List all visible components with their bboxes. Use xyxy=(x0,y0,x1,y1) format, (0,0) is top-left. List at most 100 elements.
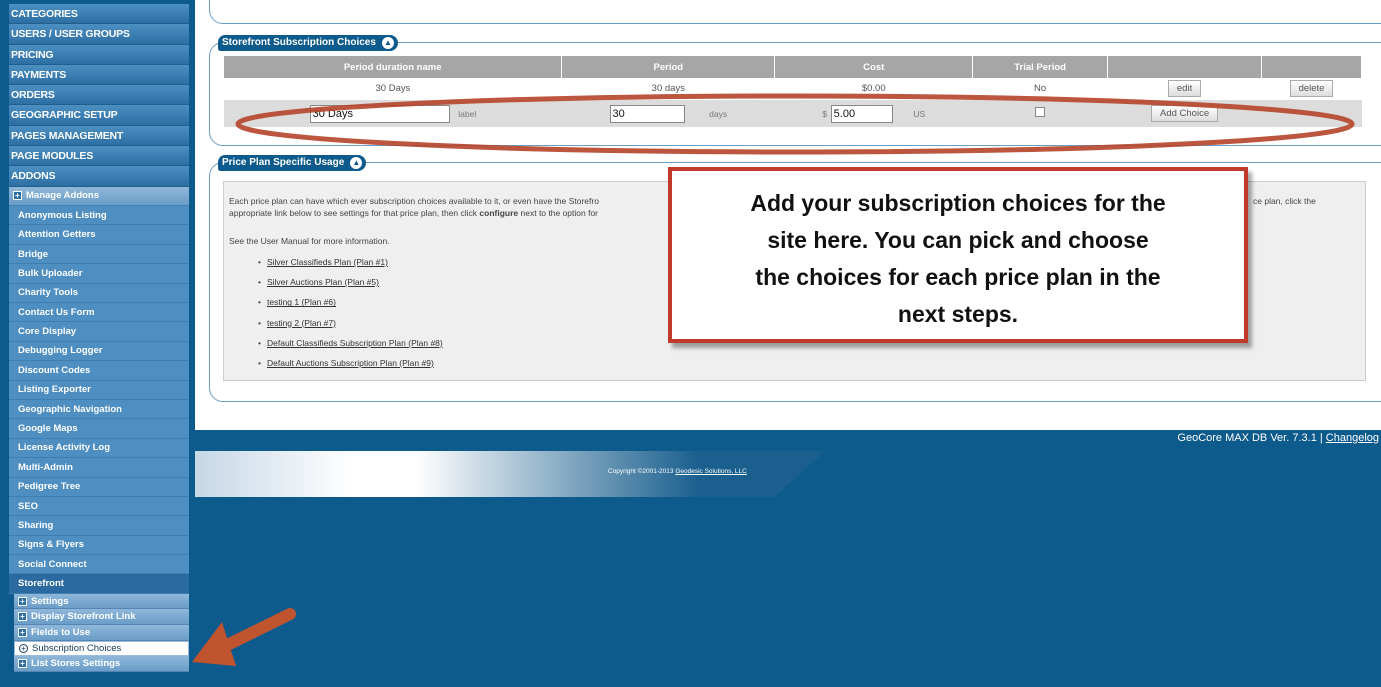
nav-addon-geographic-navigation[interactable]: Geographic Navigation xyxy=(9,399,189,420)
storefront-choices-legend: Storefront Subscription Choices ▲ xyxy=(218,35,398,51)
version-text: GeoCore MAX DB Ver. 7.3.1 | Changelog xyxy=(1177,432,1379,444)
subscription-choices-table: Period duration name Period Cost Trial P… xyxy=(224,56,1362,127)
nav-payments[interactable]: PAYMENTS xyxy=(9,64,189,86)
nav-addon-debugging-logger[interactable]: Debugging Logger xyxy=(9,341,189,362)
configure-keyword: configure xyxy=(479,208,519,218)
list-item: testing 1 (Plan #6) xyxy=(258,296,443,316)
price-plan-list: Silver Classifieds Plan (Plan #1) Silver… xyxy=(258,256,443,377)
expand-plus-icon: + xyxy=(18,596,27,606)
cell-cost: $0.00 xyxy=(774,78,973,101)
annotation-line-3: the choices for each price plan in the xyxy=(755,264,1161,290)
nav-storefront-list-stores-label: List Stores Settings xyxy=(31,658,121,670)
price-plan-usage-legend: Price Plan Specific Usage ▲ xyxy=(218,155,367,171)
list-item: Silver Auctions Plan (Plan #5) xyxy=(258,276,443,296)
nav-addon-google-maps[interactable]: Google Maps xyxy=(9,419,189,439)
nav-storefront-display-link-label: Display Storefront Link xyxy=(31,611,136,623)
list-item: Default Classifieds Subscription Plan (P… xyxy=(258,337,443,357)
nav-storefront-display-link[interactable]: + Display Storefront Link xyxy=(14,609,189,626)
nav-addon-bulk-uploader[interactable]: Bulk Uploader xyxy=(9,264,189,284)
changelog-link[interactable]: Changelog xyxy=(1326,432,1379,444)
nav-pages-management[interactable]: PAGES MANAGEMENT xyxy=(9,125,189,147)
currency-prefix: $ xyxy=(822,108,828,119)
geodesic-link[interactable]: Geodesic Solutions, LLC xyxy=(675,468,747,475)
nav-addon-bridge[interactable]: Bridge xyxy=(9,244,189,265)
nav-addon-sharing[interactable]: Sharing xyxy=(9,516,189,536)
nav-storefront-settings-label: Settings xyxy=(31,595,69,607)
usage-line-2: appropriate link below to see settings f… xyxy=(229,208,599,218)
nav-addon-core-display[interactable]: Core Display xyxy=(9,322,189,342)
nav-addon-contact-us-form[interactable]: Contact Us Form xyxy=(9,303,189,323)
nav-storefront-subscription-choices[interactable]: + Subscription Choices xyxy=(14,640,189,657)
expand-plus-icon: + xyxy=(13,191,22,201)
nav-storefront-subscription-choices-label: Subscription Choices xyxy=(32,642,122,654)
label-unit: label xyxy=(458,108,477,119)
collapse-up-icon[interactable]: ▲ xyxy=(380,36,395,50)
choice-name-input[interactable]: 30 Days xyxy=(309,104,450,123)
plan-link-5[interactable]: Silver Auctions Plan (Plan #5) xyxy=(267,277,379,287)
plan-link-9[interactable]: Default Auctions Subscription Plan (Plan… xyxy=(267,358,434,368)
nav-geographic-setup[interactable]: GEOGRAPHIC SETUP xyxy=(9,105,189,126)
plan-link-1[interactable]: Silver Classifieds Plan (Plan #1) xyxy=(267,257,388,267)
nav-addon-listing-exporter[interactable]: Listing Exporter xyxy=(9,380,189,400)
price-plan-usage-title: Price Plan Specific Usage xyxy=(222,157,345,168)
nav-addon-seo[interactable]: SEO xyxy=(9,496,189,517)
col-header-name: Period duration name xyxy=(224,56,563,78)
list-item: testing 2 (Plan #7) xyxy=(258,317,443,337)
nav-addon-discount-codes[interactable]: Discount Codes xyxy=(9,361,189,381)
currency-unit: US xyxy=(913,108,926,119)
table-row: 30 Days 30 days $0.00 No edit delete xyxy=(224,78,1362,101)
nav-addon-attention-getters[interactable]: Attention Getters xyxy=(9,225,189,245)
table-header-row: Period duration name Period Cost Trial P… xyxy=(224,56,1362,78)
nav-addon-social-connect[interactable]: Social Connect xyxy=(9,555,189,575)
cost-input[interactable]: 5.00 xyxy=(830,104,893,123)
add-choice-button[interactable]: Add Choice xyxy=(1150,105,1219,123)
nav-storefront-settings[interactable]: + Settings xyxy=(14,593,189,610)
expand-plus-icon: + xyxy=(18,659,27,669)
usage-manual-note: See the User Manual for more information… xyxy=(229,236,390,246)
col-header-delete xyxy=(1261,56,1362,78)
list-item: Silver Classifieds Plan (Plan #1) xyxy=(258,256,443,276)
col-header-trial: Trial Period xyxy=(972,56,1109,78)
cell-name: 30 Days xyxy=(224,78,562,101)
copyright-text: Copyright ©2001-2013 Geodesic Solutions,… xyxy=(608,468,747,475)
previous-section-box xyxy=(209,0,1381,24)
nav-manage-addons[interactable]: + Manage Addons xyxy=(9,186,189,207)
annotation-callout: Add your subscription choices for the si… xyxy=(668,167,1248,343)
nav-addon-multi-admin[interactable]: Multi-Admin xyxy=(9,458,189,478)
expand-plus-icon: + xyxy=(18,627,27,637)
usage-paragraph: Each price plan can have which ever subs… xyxy=(229,195,689,219)
nav-manage-addons-label: Manage Addons xyxy=(26,190,100,202)
nav-users-groups[interactable]: USERS / USER GROUPS xyxy=(9,24,189,45)
nav-addon-charity-tools[interactable]: Charity Tools xyxy=(9,283,189,304)
cell-period: 30 days xyxy=(561,78,775,101)
nav-addon-signs-flyers[interactable]: Signs & Flyers xyxy=(9,535,189,556)
nav-addon-anonymous-listing[interactable]: Anonymous Listing xyxy=(9,206,189,226)
plan-link-7[interactable]: testing 2 (Plan #7) xyxy=(267,318,336,328)
period-input[interactable]: 30 xyxy=(609,104,685,123)
storefront-choices-title: Storefront Subscription Choices xyxy=(222,37,376,48)
plan-link-8[interactable]: Default Classifieds Subscription Plan (P… xyxy=(267,338,443,348)
delete-button[interactable]: delete xyxy=(1289,80,1334,98)
nav-storefront-fields[interactable]: + Fields to Use xyxy=(14,625,189,641)
usage-paragraph-right: ce plan, click the xyxy=(1253,196,1316,206)
trial-period-checkbox[interactable] xyxy=(1035,107,1046,118)
nav-pricing[interactable]: PRICING xyxy=(9,44,189,65)
circle-plus-icon: + xyxy=(19,643,28,653)
plan-link-6[interactable]: testing 1 (Plan #6) xyxy=(267,297,336,307)
nav-categories[interactable]: CATEGORIES xyxy=(9,4,189,25)
nav-addon-pedigree-tree[interactable]: Pedigree Tree xyxy=(9,477,189,497)
edit-button[interactable]: edit xyxy=(1167,80,1202,98)
annotation-line-1: Add your subscription choices for the xyxy=(750,190,1166,216)
nav-orders[interactable]: ORDERS xyxy=(9,85,189,106)
cell-trial: No xyxy=(972,78,1108,101)
nav-addon-storefront[interactable]: Storefront xyxy=(9,574,189,594)
nav-page-modules[interactable]: PAGE MODULES xyxy=(9,146,189,167)
collapse-up-icon[interactable]: ▲ xyxy=(349,156,364,170)
nav-addons[interactable]: ADDONS xyxy=(9,166,189,187)
nav-addon-license-activity-log[interactable]: License Activity Log xyxy=(9,438,189,459)
nav-storefront-fields-label: Fields to Use xyxy=(31,626,91,638)
col-header-period: Period xyxy=(561,56,776,78)
expand-plus-icon: + xyxy=(18,612,27,622)
annotation-line-2: site here. You can pick and choose xyxy=(767,227,1149,253)
nav-storefront-list-stores[interactable]: + List Stores Settings xyxy=(14,656,189,672)
